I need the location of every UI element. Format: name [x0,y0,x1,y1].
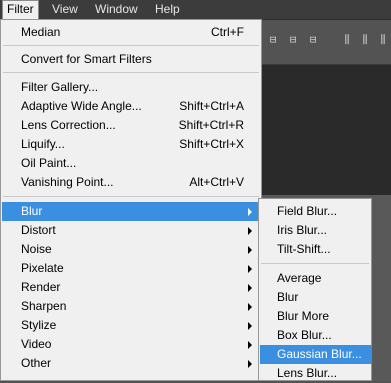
submenu-arrow-icon [248,303,252,311]
menu-help[interactable]: Help [151,0,184,19]
menu-item-other[interactable]: Other [2,354,261,373]
menu-separator [3,196,259,197]
menu-item-noise[interactable]: Noise [2,240,261,259]
submenu-arrow-icon [248,227,252,235]
submenu-arrow-icon [248,341,252,349]
menu-window[interactable]: Window [91,0,142,19]
submenu-item-gaussian-blur[interactable]: Gaussian Blur... [260,345,372,364]
submenu-item-average[interactable]: Average [260,269,372,288]
options-toolbar: ⊟ ⊟ ⊟ ⫼ ⫼ ⫼ [262,20,391,65]
distribute-center-icon[interactable]: ⫼ [356,33,374,47]
submenu-item-field-blur[interactable]: Field Blur... [260,202,372,221]
menu-item-render[interactable]: Render [2,278,261,297]
menu-item-video[interactable]: Video [2,335,261,354]
submenu-item-blur[interactable]: Blur [260,288,372,307]
submenu-arrow-icon [248,208,252,216]
submenu-item-blur-more[interactable]: Blur More [260,307,372,326]
submenu-item-box-blur[interactable]: Box Blur... [260,326,372,345]
filter-menu: Median Ctrl+F Convert for Smart Filters … [0,19,262,381]
menu-item-lens-correction[interactable]: Lens Correction... Shift+Ctrl+R [2,116,261,135]
menu-item-pixelate[interactable]: Pixelate [2,259,261,278]
menu-item-filter-gallery[interactable]: Filter Gallery... [2,78,261,97]
menu-item-distort[interactable]: Distort [2,221,261,240]
submenu-arrow-icon [248,265,252,273]
menu-item-adaptive-wide-angle[interactable]: Adaptive Wide Angle... Shift+Ctrl+A [2,97,261,116]
menu-separator [3,72,259,73]
menu-filter[interactable]: Filter [2,0,39,19]
menu-item-convert-smart-filters[interactable]: Convert for Smart Filters [2,50,261,69]
submenu-item-lens-blur[interactable]: Lens Blur... [260,364,372,383]
submenu-arrow-icon [248,246,252,254]
menu-item-oil-paint[interactable]: Oil Paint... [2,154,261,173]
menu-item-sharpen[interactable]: Sharpen [2,297,261,316]
menu-item-stylize[interactable]: Stylize [2,316,261,335]
submenu-arrow-icon [248,322,252,330]
menu-view[interactable]: View [48,0,82,19]
menu-item-median[interactable]: Median Ctrl+F [2,23,261,42]
blur-submenu: Field Blur... Iris Blur... Tilt-Shift...… [258,198,372,381]
menu-item-blur[interactable]: Blur [2,202,261,221]
submenu-item-tilt-shift[interactable]: Tilt-Shift... [260,240,372,259]
align-center-icon[interactable]: ⊟ [284,33,302,47]
distribute-right-icon[interactable]: ⫼ [374,33,391,47]
distribute-icon[interactable]: ⫼ [338,33,356,47]
menu-item-liquify[interactable]: Liquify... Shift+Ctrl+X [2,135,261,154]
align-left-icon[interactable]: ⊟ [264,33,282,47]
align-right-icon[interactable]: ⊟ [304,33,322,47]
menu-separator [3,45,259,46]
submenu-item-iris-blur[interactable]: Iris Blur... [260,221,372,240]
submenu-arrow-icon [248,360,252,368]
document-canvas[interactable] [262,65,391,195]
submenu-arrow-icon [248,284,252,292]
menu-item-vanishing-point[interactable]: Vanishing Point... Alt+Ctrl+V [2,173,261,192]
menu-bar: Filter View Window Help [0,0,391,20]
submenu-separator [261,263,369,264]
